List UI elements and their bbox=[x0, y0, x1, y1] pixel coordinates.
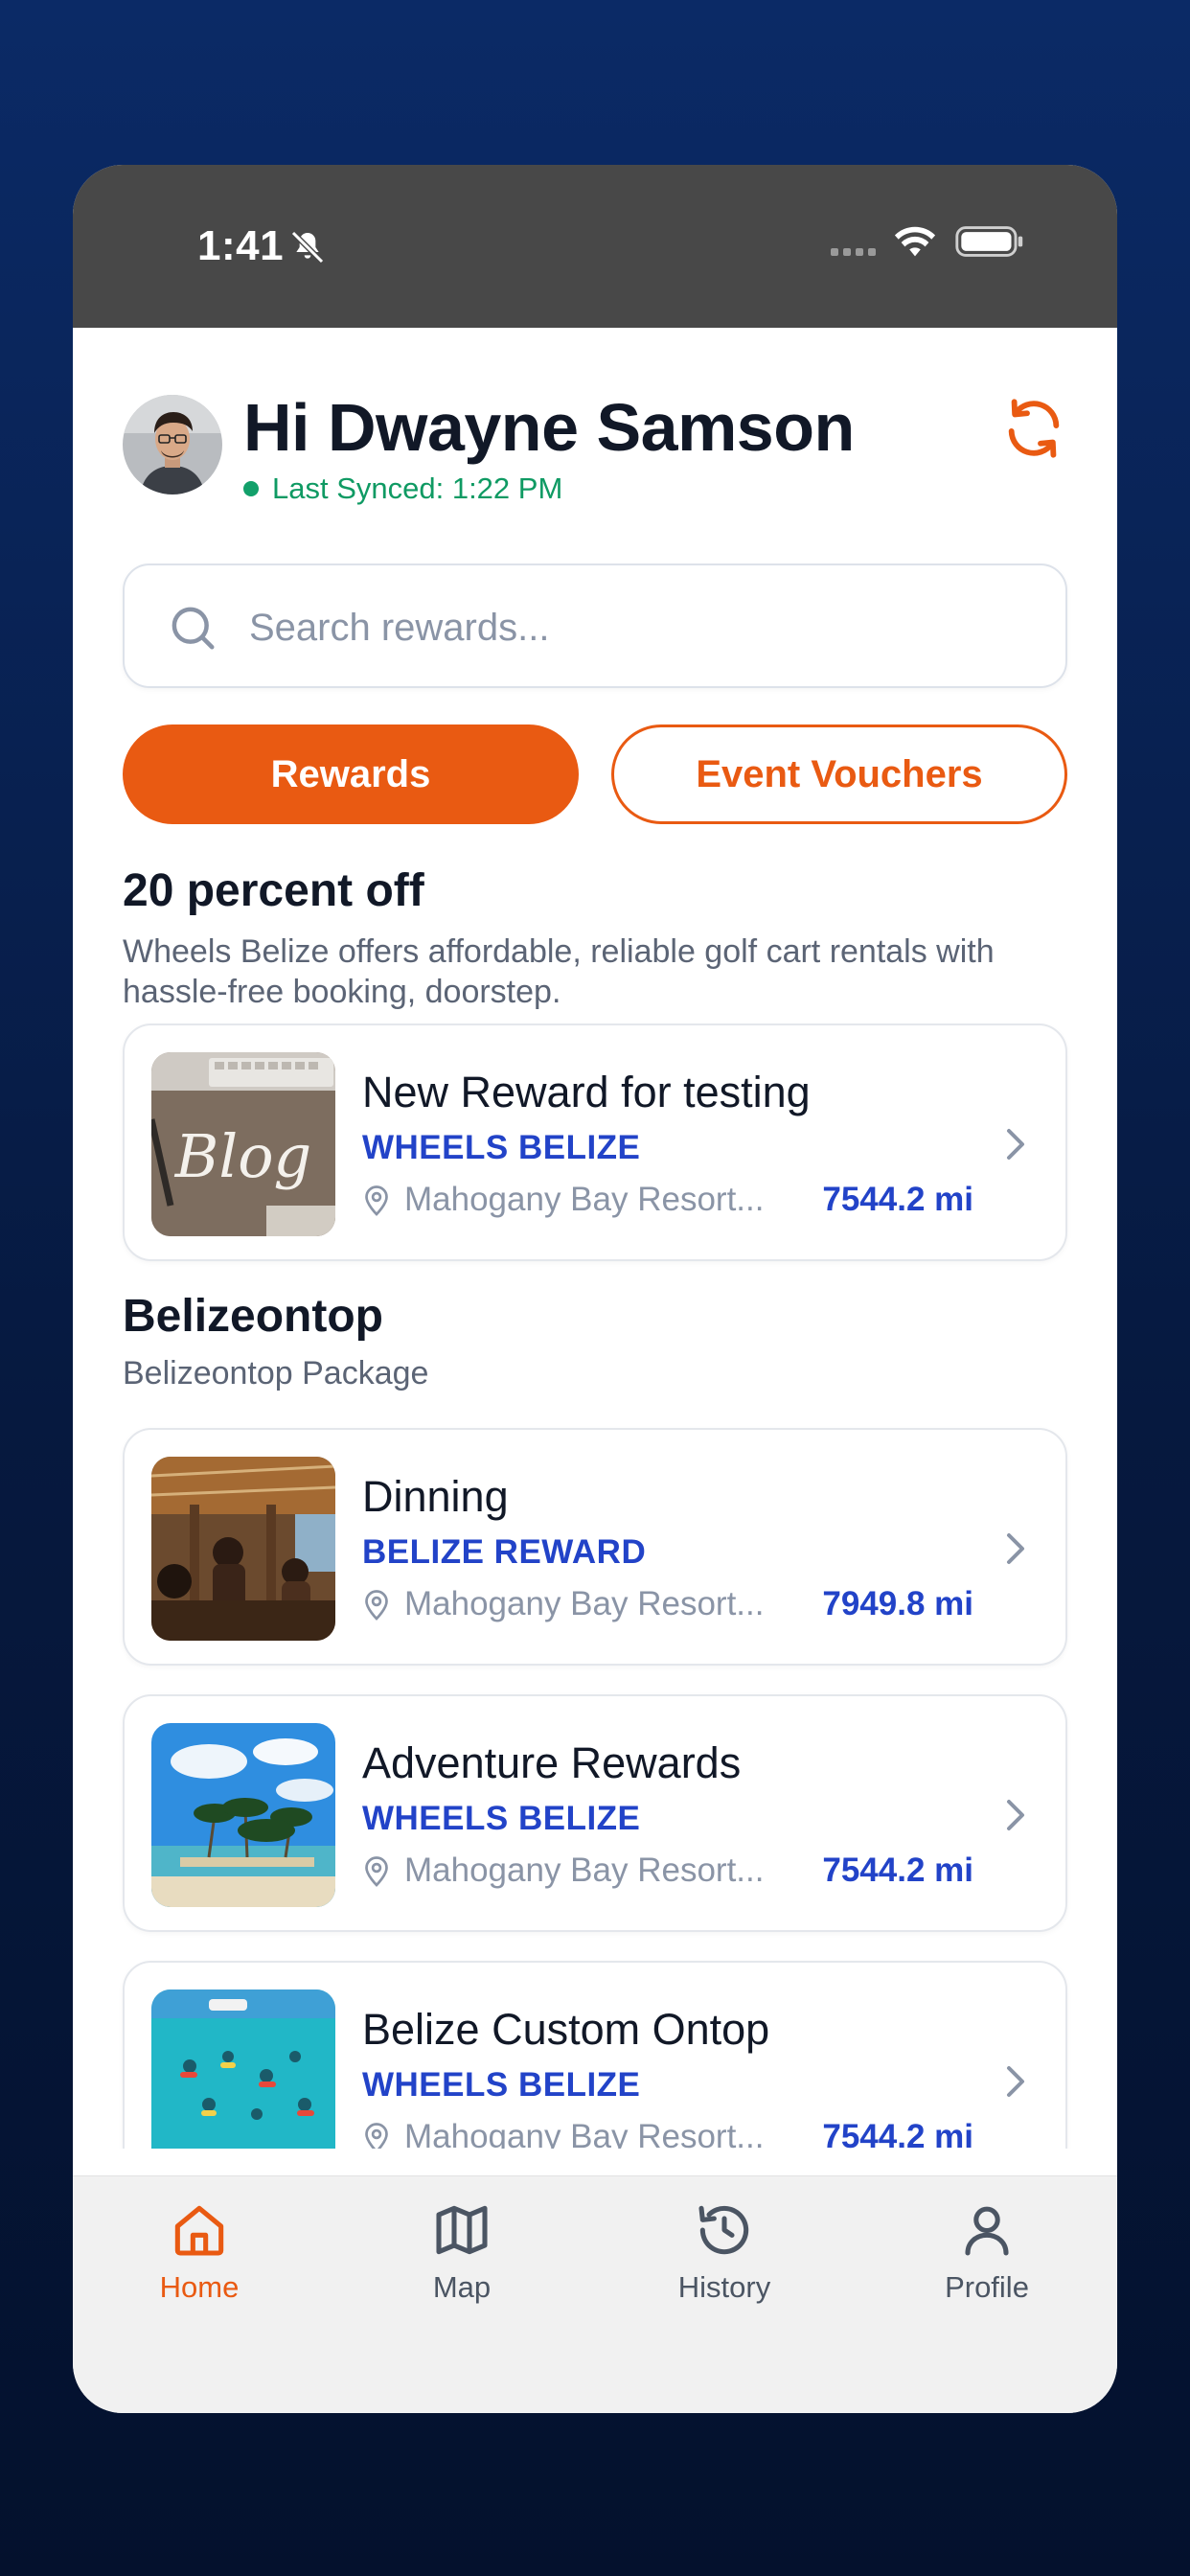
location-pin-icon bbox=[365, 1856, 388, 1887]
card-distance: 7544.2 mi bbox=[822, 2118, 973, 2149]
chevron-right-icon bbox=[1007, 1533, 1024, 1564]
reward-card[interactable]: Belize Custom Ontop WHEELS BELIZE Mahoga… bbox=[123, 1961, 1067, 2149]
tab-event-vouchers[interactable]: Event Vouchers bbox=[611, 724, 1067, 824]
home-icon bbox=[174, 2205, 224, 2256]
avatar[interactable] bbox=[123, 395, 222, 494]
tab-map[interactable]: Map bbox=[366, 2199, 558, 2305]
blog-image: Blog bbox=[151, 1052, 335, 1236]
phone-frame: 1:41 Hi Dwayne Samson Last Synced: 1:22 … bbox=[73, 165, 1117, 2413]
status-time: 1:41 bbox=[197, 222, 285, 269]
location-pin-icon bbox=[365, 1185, 388, 1216]
chevron-right-icon bbox=[1007, 1129, 1024, 1160]
bell-muted-icon bbox=[290, 230, 325, 264]
chevron-right-icon bbox=[1007, 2066, 1024, 2097]
history-icon bbox=[698, 2205, 749, 2255]
card-location: Mahogany Bay Resort... bbox=[362, 1852, 764, 1890]
section-description: Wheels Belize offers affordable, reliabl… bbox=[123, 933, 995, 1010]
card-distance: 7544.2 mi bbox=[822, 1181, 973, 1218]
section-title: Belizeontop bbox=[123, 1291, 383, 1342]
tab-home-label: Home bbox=[159, 2270, 240, 2304]
tab-history-label: History bbox=[677, 2270, 771, 2304]
status-bar: 1:41 bbox=[73, 165, 1117, 328]
card-distance: 7949.8 mi bbox=[822, 1585, 973, 1622]
chevron-right-icon bbox=[1007, 1800, 1024, 1830]
tab-history[interactable]: History bbox=[629, 2199, 820, 2305]
battery-icon bbox=[955, 226, 1023, 257]
map-icon bbox=[436, 2205, 488, 2255]
location-pin-icon bbox=[365, 2123, 388, 2149]
sync-dot-icon bbox=[243, 481, 259, 496]
beach-image bbox=[151, 1723, 335, 1907]
card-location: Mahogany Bay Resort... bbox=[362, 2118, 764, 2149]
profile-icon bbox=[965, 2206, 1009, 2256]
wifi-icon bbox=[894, 226, 936, 257]
reward-card[interactable]: Blog New Reward for testing WHEELS BELIZ… bbox=[123, 1024, 1067, 1261]
card-brand: WHEELS BELIZE bbox=[362, 1129, 641, 1166]
card-location: Mahogany Bay Resort... bbox=[362, 1585, 764, 1623]
greeting-header: Hi Dwayne Samson Last Synced: 1:22 PM bbox=[123, 390, 1067, 505]
card-location-text: Mahogany Bay Resort... bbox=[404, 1852, 765, 1889]
search-input[interactable] bbox=[249, 585, 1035, 671]
home-content: Hi Dwayne Samson Last Synced: 1:22 PM Re… bbox=[73, 328, 1117, 2149]
card-title: New Reward for testing bbox=[362, 1068, 811, 1116]
section-title: 20 percent off bbox=[123, 865, 424, 916]
card-brand: WHEELS BELIZE bbox=[362, 2066, 641, 2104]
restaurant-image bbox=[151, 1457, 335, 1641]
sync-status-text: Last Synced: 1:22 PM bbox=[272, 472, 563, 505]
card-title: Dinning bbox=[362, 1472, 509, 1521]
bottom-tab-bar: Home Map History Profile bbox=[73, 2175, 1117, 2413]
card-brand: WHEELS BELIZE bbox=[362, 1800, 641, 1837]
sync-status: Last Synced: 1:22 PM bbox=[243, 472, 562, 506]
card-title: Adventure Rewards bbox=[362, 1738, 742, 1787]
card-location-text: Mahogany Bay Resort... bbox=[404, 2118, 765, 2149]
tab-home[interactable]: Home bbox=[103, 2199, 295, 2305]
card-brand: BELIZE REWARD bbox=[362, 1533, 647, 1571]
card-location-text: Mahogany Bay Resort... bbox=[404, 1585, 765, 1622]
tab-rewards[interactable]: Rewards bbox=[123, 724, 579, 824]
page-title: Hi Dwayne Samson bbox=[243, 390, 855, 465]
search-bar bbox=[123, 564, 1067, 688]
tab-map-label: Map bbox=[432, 2270, 492, 2304]
reward-tabs: Rewards Event Vouchers bbox=[123, 724, 1067, 826]
card-location: Mahogany Bay Resort... bbox=[362, 1181, 764, 1219]
reward-card[interactable]: Adventure Rewards WHEELS BELIZE Mahogany… bbox=[123, 1694, 1067, 1932]
location-pin-icon bbox=[365, 1590, 388, 1621]
cellular-signal-icon bbox=[831, 227, 876, 256]
tab-profile[interactable]: Profile bbox=[891, 2199, 1083, 2305]
card-distance: 7544.2 mi bbox=[822, 1852, 973, 1889]
card-location-text: Mahogany Bay Resort... bbox=[404, 1181, 765, 1218]
search-icon bbox=[172, 607, 215, 650]
section-description: Belizeontop Package bbox=[123, 1355, 429, 1392]
tab-profile-label: Profile bbox=[945, 2270, 1029, 2304]
svg-text:Blog: Blog bbox=[174, 1121, 311, 1191]
reward-card[interactable]: Dinning BELIZE REWARD Mahogany Bay Resor… bbox=[123, 1428, 1067, 1666]
refresh-icon[interactable] bbox=[1000, 395, 1067, 462]
status-indicators bbox=[831, 224, 1025, 259]
card-title: Belize Custom Ontop bbox=[362, 2005, 770, 2054]
snorkel-image bbox=[151, 1990, 335, 2149]
